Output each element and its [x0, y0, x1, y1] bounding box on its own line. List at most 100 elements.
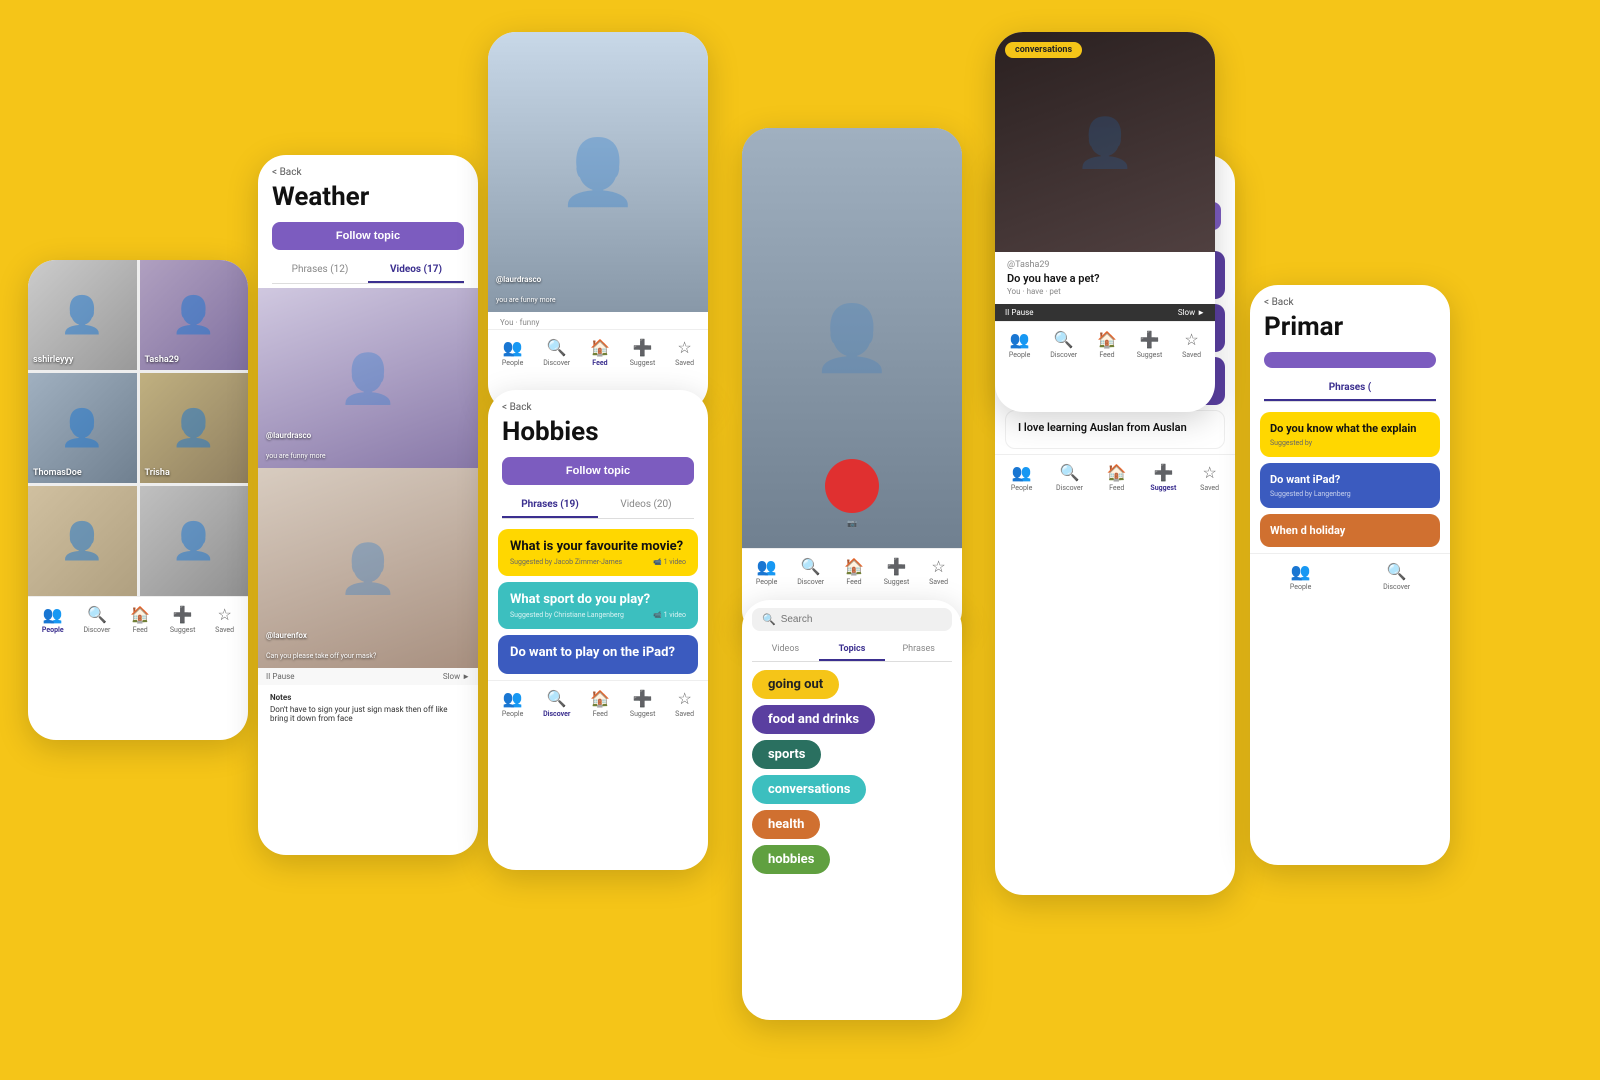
phrase-card-3[interactable]: Do want to play on the iPad? — [498, 635, 698, 674]
slow-label[interactable]: Slow ► — [443, 672, 470, 681]
detail-slow-label[interactable]: Slow ► — [1178, 308, 1205, 317]
detail-photo: 👤 conversations — [995, 32, 1215, 252]
search-bar[interactable]: 🔍 — [752, 608, 952, 631]
bottom-nav: 👥 People 🔍 Discover 🏠 Feed ➕ Suggest ☆ S… — [28, 596, 248, 640]
sug-nav-saved-label: Saved — [1200, 484, 1219, 492]
sug-nav-discover[interactable]: 🔍 Discover — [1056, 463, 1083, 492]
sug-nav-suggest[interactable]: ➕ Suggest — [1150, 463, 1176, 492]
phrase-videos-1: 📹 1 video — [653, 558, 686, 566]
det-nav-discover[interactable]: 🔍 Discover — [1050, 330, 1077, 359]
tab-videos-topics[interactable]: Videos — [752, 639, 819, 661]
feed-nav-suggest[interactable]: ➕ Suggest — [630, 338, 656, 367]
nav-saved-label: Saved — [215, 626, 234, 634]
feed-nav-saved[interactable]: ☆ Saved — [675, 338, 694, 367]
primary-card-1[interactable]: Do you know what the explain Suggested b… — [1260, 412, 1440, 457]
nav-discover[interactable]: 🔍 Discover — [83, 605, 110, 634]
hobbies-nav: 👥 People 🔍 Discover 🏠 Feed ➕ Suggest ☆ S… — [488, 680, 708, 724]
discover-icon-det: 🔍 — [1054, 330, 1074, 349]
primary-card-1-text: Do you know what the explain — [1270, 422, 1430, 435]
rec-nav-people[interactable]: 👥 People — [756, 557, 777, 586]
phone-recording: 👤 📷 👥 People 🔍 Discover 🏠 Feed ➕ Suggest… — [742, 128, 962, 638]
tab-primary-phrases[interactable]: Phrases ( — [1264, 376, 1436, 401]
hobbies-nav-people[interactable]: 👥 People — [502, 689, 523, 718]
hobbies-follow-btn[interactable]: Follow topic — [502, 457, 694, 485]
grid-cell-5[interactable]: 👤 — [28, 486, 137, 596]
phrase-card-2[interactable]: What sport do you play? Suggested by Chr… — [498, 582, 698, 629]
video-thumb-2[interactable]: 👤 @laurenfox Can you please take off you… — [258, 468, 478, 668]
sug-nav-people-label: People — [1011, 484, 1032, 492]
hobbies-back[interactable]: < Back — [502, 402, 694, 413]
grid-cell-6[interactable]: 👤 — [140, 486, 249, 596]
tab-phrases-topics[interactable]: Phrases — [885, 639, 952, 661]
feed-nav-discover[interactable]: 🔍 Discover — [543, 338, 570, 367]
hobbies-nav-suggest-label: Suggest — [630, 710, 656, 718]
rec-nav-saved[interactable]: ☆ Saved — [929, 557, 948, 586]
tab-videos[interactable]: Videos (17) — [368, 258, 464, 283]
prim-nav-people[interactable]: 👥 People — [1290, 562, 1311, 591]
rec-nav-discover[interactable]: 🔍 Discover — [797, 557, 824, 586]
topic-health[interactable]: health — [752, 810, 820, 839]
prim-nav-people-label: People — [1290, 583, 1311, 591]
feed-nav-people[interactable]: 👥 People — [502, 338, 523, 367]
nav-feed[interactable]: 🏠 Feed — [130, 605, 150, 634]
phone-feed: 👤 @laurdrasco you are funny more You · f… — [488, 32, 708, 412]
sug-nav-feed[interactable]: 🏠 Feed — [1107, 463, 1127, 492]
avatar-1: 👤 — [28, 260, 137, 370]
suggest-card-4[interactable]: I love learning Auslan from Auslan — [1005, 410, 1225, 449]
hobbies-nav-saved-label: Saved — [675, 710, 694, 718]
topic-food-drinks[interactable]: food and drinks — [752, 705, 875, 734]
det-nav-saved[interactable]: ☆ Saved — [1182, 330, 1201, 359]
tab-hobbies-phrases[interactable]: Phrases (19) — [502, 493, 598, 518]
grid-cell-3[interactable]: 👤 ThomasDoe — [28, 373, 137, 483]
prim-nav-discover[interactable]: 🔍 Discover — [1383, 562, 1410, 591]
avatar-2: 👤 — [140, 260, 249, 370]
nav-suggest[interactable]: ➕ Suggest — [170, 605, 196, 634]
plus-icon-feed: ➕ — [633, 338, 653, 357]
tab-phrases[interactable]: Phrases (12) — [272, 258, 368, 283]
detail-nav: 👥 People 🔍 Discover 🏠 Feed ➕ Suggest ☆ S… — [995, 321, 1215, 365]
primary-card-2[interactable]: Do want iPad? Suggested by Langenberg — [1260, 463, 1440, 508]
topic-conversations[interactable]: conversations — [752, 775, 866, 804]
pause-label[interactable]: II Pause — [266, 672, 294, 681]
primary-back[interactable]: < Back — [1264, 297, 1436, 308]
primary-follow-btn[interactable] — [1264, 352, 1436, 368]
hobbies-nav-saved[interactable]: ☆ Saved — [675, 689, 694, 718]
rec-nav-suggest[interactable]: ➕ Suggest — [884, 557, 910, 586]
grid-cell-2[interactable]: 👤 Tasha29 — [140, 260, 249, 370]
phrase-card-1[interactable]: What is your favourite movie? Suggested … — [498, 529, 698, 576]
detail-username: @Tasha29 — [1007, 260, 1203, 270]
hobbies-nav-discover[interactable]: 🔍 Discover — [543, 689, 570, 718]
search-input[interactable] — [781, 614, 942, 625]
people-icon-feed: 👥 — [503, 338, 523, 357]
hobbies-nav-suggest[interactable]: ➕ Suggest — [630, 689, 656, 718]
back-button[interactable]: < Back — [272, 167, 464, 178]
primary-card-2-meta: Suggested by Langenberg — [1270, 490, 1430, 498]
sug-nav-people[interactable]: 👥 People — [1011, 463, 1032, 492]
tab-topics[interactable]: Topics — [819, 639, 886, 661]
sug-nav-saved[interactable]: ☆ Saved — [1200, 463, 1219, 492]
avatar-6: 👤 — [140, 486, 249, 596]
rec-nav-feed[interactable]: 🏠 Feed — [844, 557, 864, 586]
video-caption-1: you are funny more — [266, 452, 326, 460]
primary-card-3[interactable]: When d holiday — [1260, 514, 1440, 547]
det-nav-feed[interactable]: 🏠 Feed — [1097, 330, 1117, 359]
phone-weather: < Back Weather Follow topic Phrases (12)… — [258, 155, 478, 855]
nav-people[interactable]: 👥 People — [42, 605, 64, 634]
topic-sports[interactable]: sports — [752, 740, 821, 769]
record-button[interactable] — [825, 459, 879, 513]
nav-saved[interactable]: ☆ Saved — [215, 605, 234, 634]
follow-topic-button[interactable]: Follow topic — [272, 222, 464, 250]
det-nav-suggest[interactable]: ➕ Suggest — [1137, 330, 1163, 359]
grid-cell-4[interactable]: 👤 Trisha — [140, 373, 249, 483]
detail-pause-label[interactable]: II Pause — [1005, 308, 1033, 317]
tab-hobbies-videos[interactable]: Videos (20) — [598, 493, 694, 518]
feed-video[interactable]: 👤 @laurdrasco you are funny more — [488, 32, 708, 312]
feed-nav-saved-label: Saved — [675, 359, 694, 367]
feed-nav-feed[interactable]: 🏠 Feed — [590, 338, 610, 367]
topic-going-out[interactable]: going out — [752, 670, 839, 699]
hobbies-nav-feed[interactable]: 🏠 Feed — [590, 689, 610, 718]
grid-cell-1[interactable]: 👤 sshirleyyy — [28, 260, 137, 370]
det-nav-people[interactable]: 👥 People — [1009, 330, 1030, 359]
video-thumb-1[interactable]: 👤 @laurdrasco you are funny more — [258, 288, 478, 468]
topic-hobbies[interactable]: hobbies — [752, 845, 830, 874]
